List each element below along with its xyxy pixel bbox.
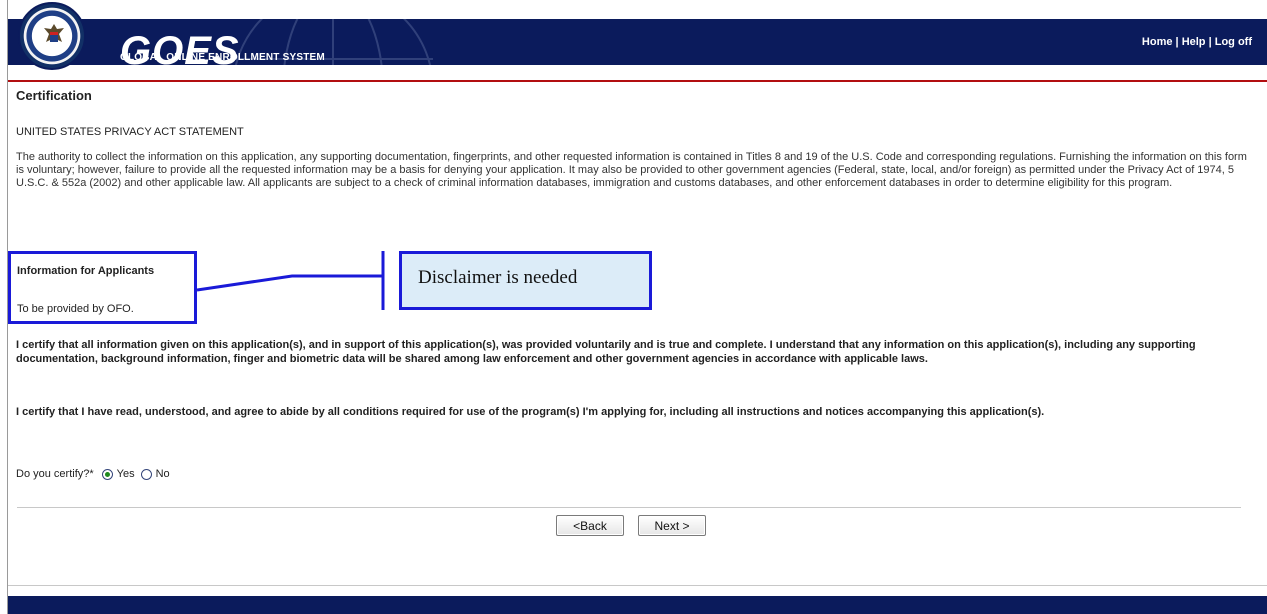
header-bar: GOES GLOBAL ONLINE ENROLLMENT SYSTEM Hom…: [8, 19, 1267, 65]
log-off-link[interactable]: Log off: [1215, 36, 1252, 48]
certification-statement-2: I certify that I have read, understood, …: [16, 406, 1045, 418]
header-accent-line: [8, 80, 1267, 82]
privacy-act-text: The authority to collect the information…: [16, 151, 1247, 189]
certify-question-label: Do you certify?*: [16, 468, 94, 480]
dhs-seal-logo: [18, 2, 86, 70]
goes-logo-subtitle: GLOBAL ONLINE ENROLLMENT SYSTEM: [120, 52, 325, 63]
info-for-applicants-text: To be provided by OFO.: [17, 303, 134, 315]
help-link[interactable]: Help: [1182, 36, 1206, 48]
back-button[interactable]: <Back: [556, 515, 624, 536]
certify-no-option[interactable]: No: [140, 468, 170, 480]
no-label: No: [155, 468, 170, 480]
certify-yes-option[interactable]: Yes: [101, 468, 135, 480]
nav-separator: |: [1208, 36, 1212, 48]
yes-label: Yes: [116, 468, 135, 480]
eagle-icon: [44, 24, 64, 42]
privacy-act-heading: UNITED STATES PRIVACY ACT STATEMENT: [16, 126, 244, 138]
footer-bar: [8, 596, 1267, 614]
form-divider: [17, 507, 1241, 508]
home-link[interactable]: Home: [1142, 36, 1173, 48]
next-button[interactable]: Next >: [638, 515, 706, 536]
info-for-applicants-heading: Information for Applicants: [17, 265, 155, 277]
yes-radio-button[interactable]: [101, 468, 113, 480]
nav-separator: |: [1175, 36, 1179, 48]
top-nav-links: Home | Help | Log off: [1142, 36, 1252, 48]
content-bottom-border: [8, 585, 1267, 586]
page-title: Certification: [16, 88, 92, 103]
certification-statement-1: I certify that all information given on …: [16, 339, 1196, 365]
no-radio-button[interactable]: [140, 468, 152, 480]
certify-question-row: Do you certify?* Yes No: [16, 468, 176, 480]
disclaimer-annotation-text: Disclaimer is needed: [418, 267, 578, 288]
annotation-callout-connector: [197, 251, 385, 310]
